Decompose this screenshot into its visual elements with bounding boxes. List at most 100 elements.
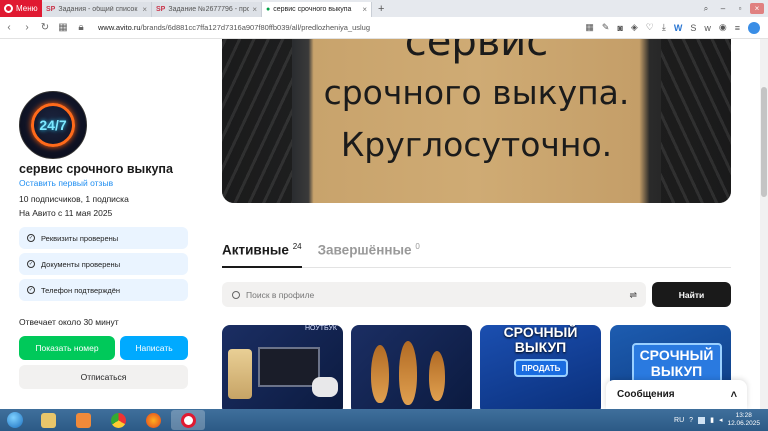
toolbar-icons: ▦ ✎ ◙ ◈ ♡ ⤓ W S w ◉ ≡ bbox=[585, 21, 768, 34]
windows-taskbar: RU ? ▮ ◂ 13:28 12.06.2025 bbox=[0, 409, 768, 431]
firefox-icon bbox=[145, 412, 161, 428]
banner-line-3: Круглосуточно. bbox=[340, 125, 613, 164]
tab-close-icon[interactable]: × bbox=[142, 5, 147, 14]
browser-tab-active[interactable]: ● сервис срочного выкупа × bbox=[262, 2, 372, 17]
verification-label: Телефон подтверждён bbox=[41, 285, 121, 295]
clock[interactable]: 13:28 12.06.2025 bbox=[727, 412, 760, 428]
page-content: сервис срочного выкупа. Круглосуточно. 2… bbox=[0, 39, 768, 409]
windows-logo-icon bbox=[7, 412, 23, 428]
volume-icon[interactable]: ◂ bbox=[719, 416, 723, 424]
verification-label: Реквизиты проверены bbox=[41, 233, 119, 243]
chrome-icon bbox=[110, 412, 126, 428]
tab-title: Задания - общий список bbox=[58, 6, 138, 13]
close-window-icon[interactable]: × bbox=[750, 3, 764, 14]
start-button[interactable] bbox=[0, 409, 30, 431]
messages-panel[interactable]: Сообщения ˄ bbox=[606, 380, 747, 409]
url-field[interactable]: www.avito.ru/brands/6d881cc7ffa127d7316a… bbox=[98, 23, 585, 32]
verification-badge: ✓ Реквизиты проверены bbox=[19, 227, 188, 249]
listing-card[interactable]: СРОЧНЫЙ ВЫКУП ПРОДАТЬ bbox=[480, 325, 601, 409]
messages-label: Сообщения bbox=[617, 389, 675, 400]
system-tray: RU ? ▮ ◂ 13:28 12.06.2025 bbox=[674, 412, 768, 428]
taskbar-media-player[interactable] bbox=[66, 410, 100, 430]
sp-extension-icon[interactable]: S bbox=[690, 23, 696, 33]
tab-label: Активные bbox=[222, 242, 289, 258]
menu-lines-icon[interactable]: ≡ bbox=[735, 23, 740, 33]
maximize-icon[interactable]: ▫ bbox=[733, 3, 747, 14]
search-tabs-icon[interactable]: ⌕ bbox=[699, 3, 713, 14]
gamepad-image bbox=[312, 377, 338, 397]
reload-icon[interactable]: ↻ bbox=[36, 22, 54, 33]
listing-tabs: Активные 24 Завершённые 0 bbox=[222, 242, 420, 258]
address-bar: ‹ › ↻ ▦ 🔒︎ www.avito.ru/brands/6d881cc7f… bbox=[0, 17, 768, 39]
search-icon bbox=[232, 290, 240, 299]
avito-favicon-icon: ● bbox=[266, 6, 271, 13]
sp-favicon-icon: SP bbox=[156, 6, 166, 13]
chevron-up-icon[interactable]: ˄ bbox=[731, 389, 737, 401]
show-phone-button[interactable]: Показать номер bbox=[19, 336, 115, 360]
network-icon[interactable]: ▮ bbox=[710, 416, 714, 424]
forward-icon[interactable]: › bbox=[18, 22, 36, 33]
browser-menu-button[interactable]: Меню bbox=[0, 0, 42, 17]
page-scrollbar[interactable] bbox=[760, 39, 768, 409]
shop-banner: сервис срочного выкупа. Круглосуточно. bbox=[222, 39, 731, 203]
listing-card[interactable] bbox=[351, 325, 472, 409]
response-time: Отвечает около 30 минут bbox=[19, 317, 119, 327]
clock-time: 13:28 bbox=[735, 412, 752, 419]
cube-icon[interactable]: ◈ bbox=[631, 22, 638, 33]
taskbar-explorer[interactable] bbox=[31, 410, 65, 430]
card-sell-badge: ПРОДАТЬ bbox=[514, 359, 568, 377]
filter-icon[interactable]: ⇌ bbox=[629, 290, 637, 301]
listing-card[interactable]: НОУТБУК bbox=[222, 325, 343, 409]
tab-completed-listings[interactable]: Завершённые 0 bbox=[318, 242, 420, 258]
taskbar-firefox[interactable] bbox=[136, 410, 170, 430]
subscribers-count[interactable]: 10 подписчиков, 1 подписка bbox=[19, 194, 129, 204]
download-icon[interactable]: ⤓ bbox=[662, 22, 666, 33]
card-label: НОУТБУК bbox=[304, 325, 337, 332]
profile-search-input[interactable]: Поиск в профиле ⇌ bbox=[222, 282, 646, 307]
tab-active-listings[interactable]: Активные 24 bbox=[222, 242, 302, 258]
search-placeholder: Поиск в профиле bbox=[246, 289, 315, 300]
opera-icon bbox=[180, 412, 196, 428]
edit-icon[interactable]: ✎ bbox=[602, 22, 610, 33]
tab-close-icon[interactable]: × bbox=[362, 5, 367, 14]
browser-menu-label: Меню bbox=[16, 4, 38, 13]
minimize-icon[interactable]: – bbox=[716, 3, 730, 14]
extension-badge-icon[interactable]: ◉ bbox=[719, 22, 727, 33]
check-circle-icon: ✓ bbox=[27, 260, 35, 268]
guitar-image bbox=[371, 345, 389, 403]
browser-tab[interactable]: SP Задание №2677796 - про × bbox=[152, 2, 262, 17]
taskbar-chrome[interactable] bbox=[101, 410, 135, 430]
avatar-text: 24/7 bbox=[39, 117, 67, 133]
camera-icon[interactable]: ◙ bbox=[617, 23, 622, 33]
taskbar-opera[interactable] bbox=[171, 410, 205, 430]
find-button[interactable]: Найти bbox=[652, 282, 731, 307]
verification-badge: ✓ Документы проверены bbox=[19, 253, 188, 275]
write-message-button[interactable]: Написать bbox=[120, 336, 188, 360]
tab-close-icon[interactable]: × bbox=[252, 5, 257, 14]
opera-logo-icon bbox=[4, 4, 13, 13]
tab-title: Задание №2677796 - про bbox=[168, 6, 250, 13]
word-extension-icon[interactable]: W bbox=[674, 23, 683, 33]
unsubscribe-button[interactable]: Отписаться bbox=[19, 365, 188, 389]
card-text-line-1: СРОЧНЫЙ bbox=[639, 347, 714, 363]
scrollbar-thumb[interactable] bbox=[761, 87, 767, 197]
guitar-image bbox=[399, 341, 417, 405]
heart-icon[interactable]: ♡ bbox=[646, 22, 654, 33]
back-icon[interactable]: ‹ bbox=[0, 22, 18, 33]
avatar-ring-icon: 24/7 bbox=[31, 103, 75, 147]
tray-app-icon[interactable] bbox=[698, 416, 706, 424]
tabs-grid-icon[interactable]: ▦ bbox=[54, 22, 72, 33]
active-tab-underline bbox=[222, 266, 302, 268]
w-extension-icon[interactable]: w bbox=[704, 23, 711, 33]
leave-review-link[interactable]: Оставить первый отзыв bbox=[19, 178, 113, 188]
sp-favicon-icon: SP bbox=[46, 6, 56, 13]
laptop-image bbox=[258, 347, 320, 387]
browser-tab[interactable]: SP Задания - общий список × bbox=[42, 2, 152, 17]
new-tab-icon[interactable]: + bbox=[378, 3, 384, 15]
help-icon[interactable]: ? bbox=[689, 417, 693, 424]
card-text-line-2: ВЫКУП bbox=[650, 363, 703, 379]
language-indicator[interactable]: RU bbox=[674, 417, 684, 424]
profile-avatar-icon[interactable] bbox=[748, 21, 760, 34]
folder-icon bbox=[40, 412, 56, 428]
grid-icon[interactable]: ▦ bbox=[585, 22, 594, 33]
